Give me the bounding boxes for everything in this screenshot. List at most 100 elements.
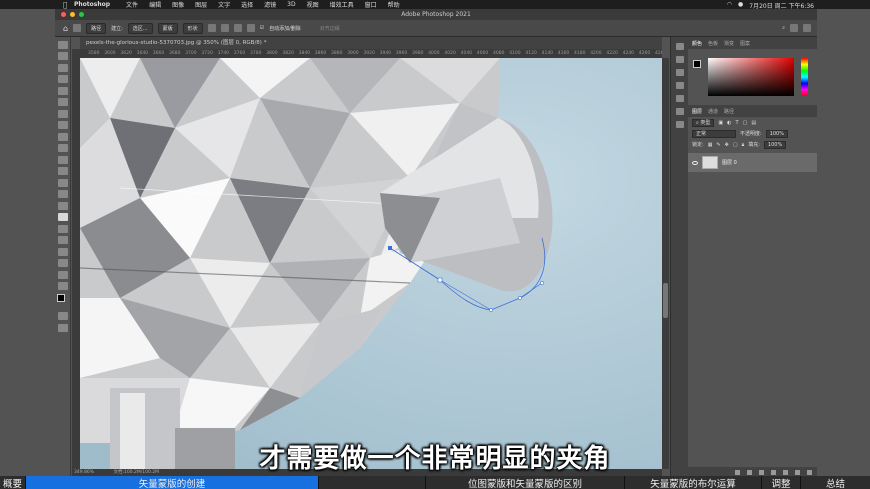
move-tool-icon[interactable] [58,40,68,49]
tab-color[interactable]: 颜色 [692,40,702,47]
chapter-mask-difference[interactable]: 位图蒙版和矢量蒙版的区别 [426,476,625,489]
foreground-color-swatch[interactable] [57,294,65,302]
menu-view[interactable]: 视图 [307,0,319,9]
lock-artboard-icon[interactable]: ▢ [733,142,738,148]
path-arrangement-icon[interactable] [233,24,242,32]
tab-paths[interactable]: 路径 [724,108,734,115]
filter-adjust-icon[interactable]: ◐ [727,120,731,126]
menu-image[interactable]: 图像 [172,0,184,9]
menu-window[interactable]: 窗口 [365,0,377,9]
more-tools-icon[interactable] [58,282,68,290]
chapter-blank[interactable] [319,476,426,489]
chapter-vector-mask-create[interactable]: 矢量蒙版的创建 [26,476,319,489]
menu-type[interactable]: 文字 [218,0,230,9]
color-picker-field[interactable] [708,58,794,96]
selection-button[interactable]: 选区... [127,22,153,34]
pen-tool-icon[interactable] [58,213,68,221]
path-selection-tool-icon[interactable] [58,236,68,244]
properties-panel-icon[interactable] [676,82,684,89]
menu-file[interactable]: 文件 [126,0,138,9]
menu-help[interactable]: 帮助 [388,0,400,9]
home-icon[interactable]: ⌂ [63,24,68,33]
rectangle-tool-icon[interactable] [58,247,68,256]
tab-patterns[interactable]: 图案 [740,40,750,47]
crop-tool-icon[interactable] [58,86,68,95]
search-icon[interactable]: ⌕ [782,25,785,31]
chapter-overview[interactable]: 概要 [0,476,26,489]
menu-3d[interactable]: 3D [287,1,295,8]
lock-all-icon[interactable]: 🔒︎ [742,142,745,148]
menu-select[interactable]: 选择 [241,0,253,9]
menu-filter[interactable]: 滤镜 [264,0,276,9]
brush-settings-panel-icon[interactable] [676,108,684,115]
eraser-tool-icon[interactable] [58,167,68,175]
chapter-summary[interactable]: 总结 [801,476,870,489]
tab-swatches[interactable]: 色板 [708,40,718,47]
adjustments-panel-icon[interactable] [676,95,684,102]
screen-mode-icon[interactable] [58,323,68,332]
filter-type-icon[interactable]: T [736,120,739,126]
dodge-tool-icon[interactable] [58,201,68,210]
filter-pixel-icon[interactable]: ▣ [718,120,723,126]
auto-add-delete-checkbox[interactable]: ☑ [260,25,264,31]
layer-name[interactable]: 图层 0 [722,159,737,166]
menu-plugins[interactable]: 增效工具 [330,0,354,9]
filter-shape-icon[interactable]: ▢ [743,120,748,126]
chapter-adjust[interactable]: 调整 [762,476,801,489]
lock-move-icon[interactable]: ✥ [725,142,729,148]
zoom-tool-icon[interactable] [58,270,68,279]
brush-tool-icon[interactable] [58,132,68,141]
gradient-tool-icon[interactable] [58,178,68,187]
type-tool-icon[interactable] [58,224,68,233]
paths-panel-icon[interactable] [676,121,684,128]
opacity-field[interactable]: 100% [765,129,788,138]
layer-row[interactable]: 图层 0 [688,153,817,172]
paragraph-panel-icon[interactable] [676,69,684,76]
menu-edit[interactable]: 编辑 [149,0,161,9]
zoom-window-icon[interactable] [79,12,84,17]
settings-gear-icon[interactable] [246,24,255,32]
minimize-window-icon[interactable] [70,12,75,17]
filter-smart-icon[interactable]: ▤ [751,120,756,126]
lasso-tool-icon[interactable] [58,63,68,72]
scroll-thumb[interactable] [663,283,668,318]
tab-channels[interactable]: 通道 [708,108,718,115]
history-brush-tool-icon[interactable] [58,155,68,164]
document-canvas[interactable] [80,58,662,469]
character-panel-icon[interactable] [676,56,684,63]
pen-tool-preset-icon[interactable] [73,24,82,32]
color-swatches[interactable] [57,294,69,308]
lock-brush-icon[interactable]: ✎ [716,142,720,148]
panel-foreground-swatch[interactable] [693,60,701,68]
eyedropper-tool-icon[interactable] [58,109,68,118]
hue-slider[interactable] [801,58,808,96]
blend-mode-select[interactable]: 正常 [692,129,736,138]
chapter-boolean-ops[interactable]: 矢量蒙版的布尔运算 [625,476,762,489]
hand-tool-icon[interactable] [58,259,68,267]
quick-mask-icon[interactable] [58,312,68,320]
menu-layer[interactable]: 图层 [195,0,207,9]
marquee-tool-icon[interactable] [58,52,68,60]
blur-tool-icon[interactable] [58,190,68,198]
stamp-tool-icon[interactable] [58,144,68,152]
document-tab[interactable]: pexels-the-glorious-studio-5370703.jpg @… [80,37,662,49]
path-alignment-icon[interactable] [220,24,229,32]
workspace-icon[interactable] [790,24,798,32]
healing-brush-tool-icon[interactable] [58,121,68,129]
vertical-scrollbar[interactable] [662,58,669,469]
path-mode-select[interactable]: 路径 [86,22,107,34]
path-operations-icon[interactable] [207,24,216,32]
shape-button[interactable]: 形状 [182,22,203,34]
menu-app-name[interactable]: Photoshop [74,1,110,8]
tab-layers[interactable]: 图层 [692,108,702,115]
close-window-icon[interactable] [61,12,66,17]
lock-pixels-icon[interactable]: ▦ [708,142,713,148]
mask-button[interactable]: 蒙版 [157,22,178,34]
share-icon[interactable] [803,24,811,32]
history-panel-icon[interactable] [676,43,684,50]
quick-select-tool-icon[interactable] [58,75,68,83]
tab-gradients[interactable]: 渐变 [724,40,734,47]
align-edges-label[interactable]: 对齐边缘 [320,25,340,32]
fill-field[interactable]: 100% [763,140,787,149]
apple-logo-icon[interactable]:  [63,1,67,9]
